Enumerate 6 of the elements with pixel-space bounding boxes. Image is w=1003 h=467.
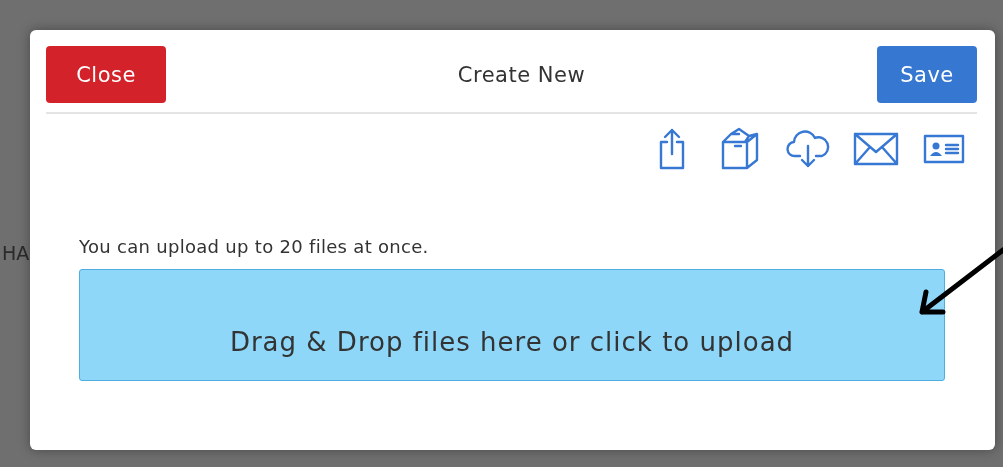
- save-button[interactable]: Save: [877, 46, 977, 103]
- background-text: HA: [2, 242, 30, 264]
- close-button[interactable]: Close: [46, 46, 166, 103]
- upload-hint: You can upload up to 20 files at once.: [79, 236, 430, 257]
- dialog-title: Create New: [457, 62, 586, 87]
- dropzone[interactable]: Drag & Drop files here or click to upload: [79, 269, 945, 381]
